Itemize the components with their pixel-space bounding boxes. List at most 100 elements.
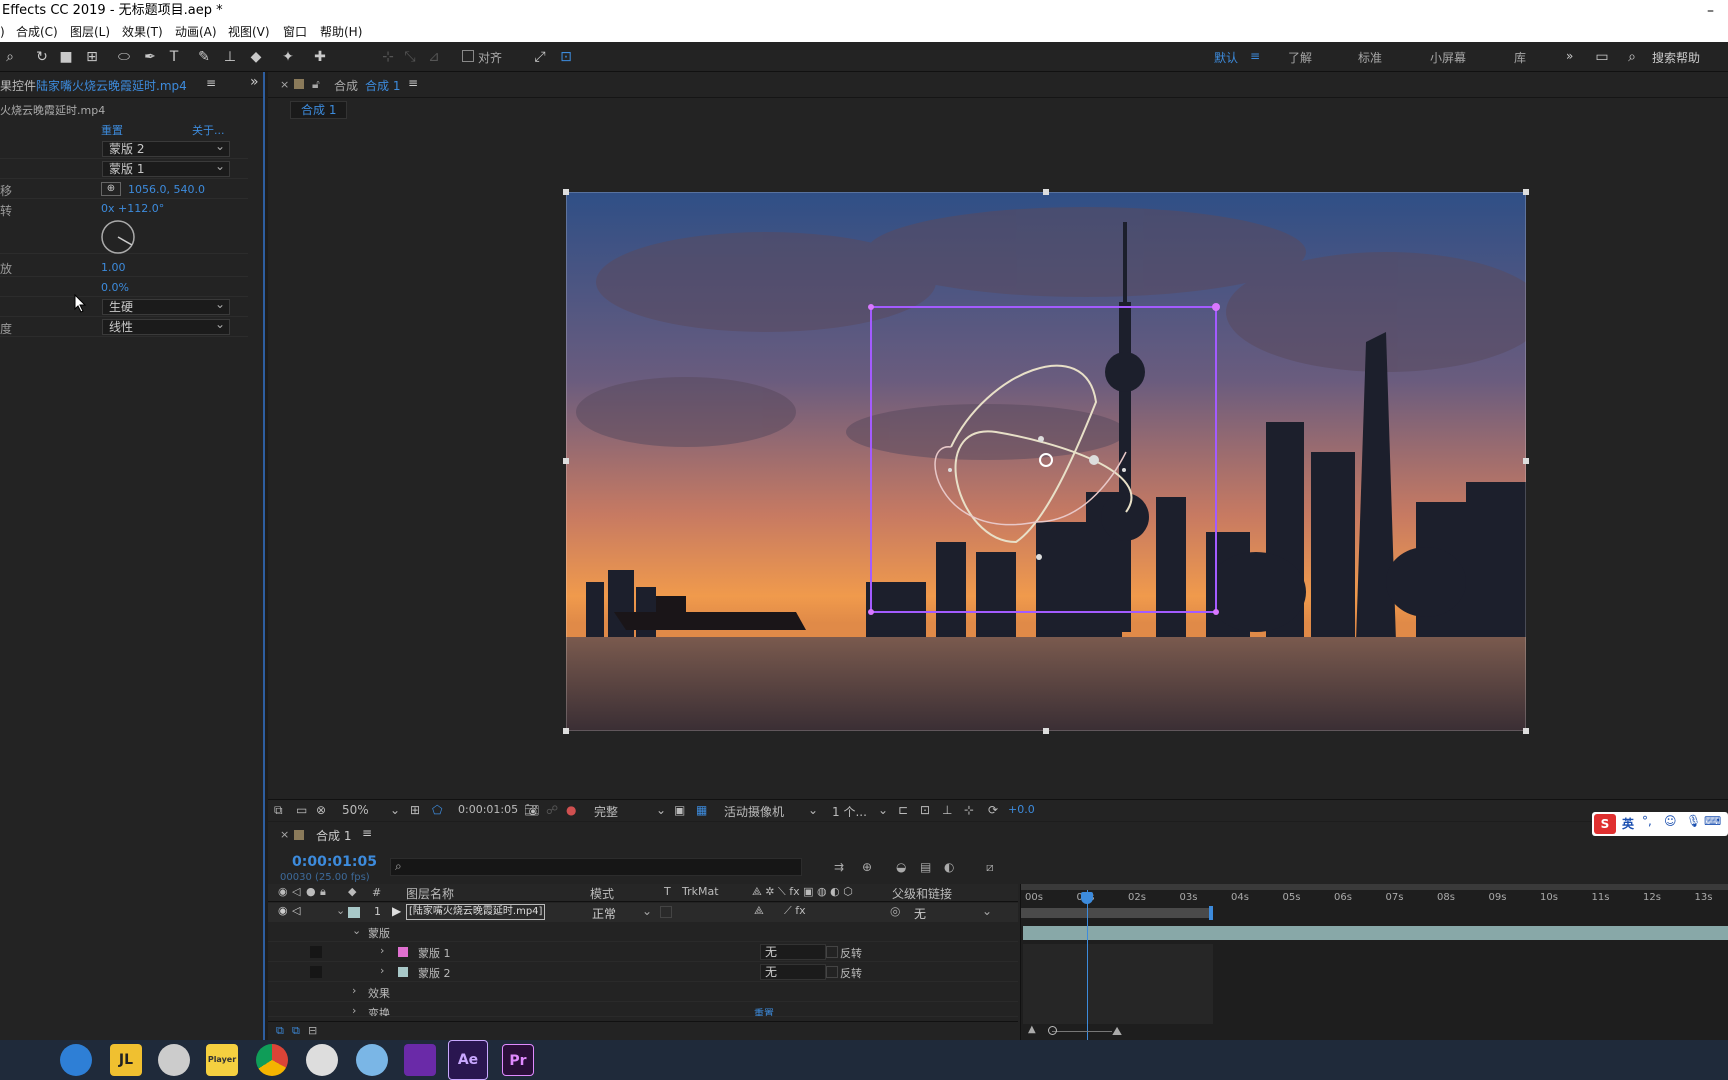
- type-tool-icon[interactable]: T: [164, 47, 184, 67]
- viewer-timecode[interactable]: 0:00:01:05: [458, 803, 518, 816]
- camera-tool-icon[interactable]: ■: [56, 47, 76, 67]
- falloff-dropdown[interactable]: 线性: [102, 317, 230, 335]
- menu-item-view[interactable]: 视图(V): [228, 22, 270, 42]
- mask-name[interactable]: 蒙版 2: [418, 965, 451, 981]
- workspace-standard[interactable]: 标准: [1358, 49, 1382, 66]
- effect-controls-tab[interactable]: 果控件 陆家嘴火烧云晚霞延时.mp4 ≡ »: [0, 72, 263, 98]
- visibility-icon[interactable]: ◉: [278, 904, 288, 917]
- layer-handle[interactable]: [1043, 728, 1049, 734]
- snap-edges-icon[interactable]: ⊡: [556, 47, 576, 67]
- views-dropdown[interactable]: 1 个...: [832, 803, 867, 820]
- transform-reset-link[interactable]: 重置: [754, 1005, 774, 1016]
- chevron-down-icon[interactable]: ⌄: [642, 904, 652, 918]
- visibility-icon[interactable]: ◉: [278, 885, 288, 898]
- shy-icon[interactable]: ◒: [896, 860, 906, 874]
- layer-row[interactable]: ◉ ◁ ⌄ 1 ▶ [陆家嘴火烧云晚霞延时.mp4] 正常 ⌄ ⟁ ⟋ fx ◎…: [268, 903, 1018, 922]
- menu-item-animation[interactable]: 动画(A): [175, 22, 217, 42]
- app7-icon[interactable]: [356, 1044, 388, 1076]
- jl-icon[interactable]: JL: [110, 1044, 142, 1076]
- reset-link[interactable]: 重置: [101, 122, 123, 138]
- mask-mode-dropdown[interactable]: 无: [760, 964, 826, 980]
- layer-name-column-header[interactable]: 图层名称: [406, 885, 454, 902]
- axis-world-icon[interactable]: ⤡: [400, 47, 420, 67]
- mask-row[interactable]: › 蒙版 1 无 反转: [268, 943, 1018, 962]
- mask-color-swatch[interactable]: [398, 947, 408, 957]
- premiere-icon[interactable]: Pr: [502, 1044, 534, 1076]
- mask-visibility-icon[interactable]: ⊗: [316, 803, 326, 817]
- flowchart-icon[interactable]: ⊹: [964, 803, 974, 817]
- modes-icon[interactable]: ⧉: [292, 1024, 300, 1038]
- audio-icon[interactable]: ◁: [292, 885, 300, 898]
- close-icon[interactable]: ×: [280, 78, 289, 91]
- layer-name[interactable]: [陆家嘴火烧云晚霞延时.mp4]: [406, 904, 546, 920]
- layer-handle[interactable]: [563, 458, 569, 464]
- app3-icon[interactable]: [158, 1044, 190, 1076]
- ime-language[interactable]: 英: [1622, 815, 1634, 832]
- motion-blur-icon[interactable]: ◐: [944, 860, 954, 874]
- work-area-end-handle[interactable]: [1209, 906, 1213, 920]
- chevron-down-icon[interactable]: ⌄: [352, 924, 361, 937]
- sogou-icon[interactable]: S: [1594, 814, 1616, 834]
- rotate-tool-icon[interactable]: ↻: [32, 47, 52, 67]
- viewer-tab-comp[interactable]: 合成 1: [365, 77, 400, 94]
- zoom-out-icon[interactable]: ▲: [1028, 1024, 1036, 1035]
- mask-color-swatch[interactable]: [398, 967, 408, 977]
- workspace-learn[interactable]: 了解: [1288, 49, 1312, 66]
- draft-3d-icon[interactable]: ⊕: [862, 860, 872, 874]
- player-icon[interactable]: Player: [206, 1044, 238, 1076]
- workspace-libraries[interactable]: 库: [1514, 49, 1526, 66]
- menu-item-composition[interactable]: 合成(C): [16, 22, 58, 42]
- graph-editor-icon[interactable]: ⧄: [986, 860, 994, 875]
- toggle-pixel-aspect-icon[interactable]: ⊏: [898, 803, 908, 817]
- layer-handle[interactable]: [1523, 458, 1529, 464]
- chevron-down-icon[interactable]: ⌄: [656, 803, 666, 817]
- switches-icons[interactable]: ⟁ ✲ ⟍ fx ▣ ◍ ◐ ⬡: [752, 885, 853, 899]
- mask-select-dropdown[interactable]: 蒙版 2: [102, 139, 230, 157]
- audio-icon[interactable]: ◁: [292, 904, 300, 917]
- clone-stamp-tool-icon[interactable]: ⊥: [220, 47, 240, 67]
- current-time-display[interactable]: 0:00:01:05: [292, 854, 377, 870]
- chevron-down-icon[interactable]: ⌄: [982, 904, 992, 918]
- parent-column-header[interactable]: 父级和链接: [892, 885, 952, 902]
- layer-duration-bar[interactable]: [1023, 926, 1728, 940]
- composition-flowchart-icon[interactable]: ⇉: [834, 860, 844, 874]
- percent-value[interactable]: 0.0%: [101, 281, 129, 294]
- mask-feather-point[interactable]: [1089, 455, 1099, 465]
- chrome-icon[interactable]: [256, 1044, 288, 1076]
- lock-icon[interactable]: 🔒︎: [320, 885, 326, 899]
- panel-menu-icon[interactable]: ≡: [408, 76, 418, 90]
- app6-icon[interactable]: [306, 1044, 338, 1076]
- menu-item-layer[interactable]: 图层(L): [70, 22, 110, 42]
- show-snapshot-icon[interactable]: ☍: [546, 803, 558, 817]
- layer-switches-icon[interactable]: ⧉: [276, 1024, 284, 1038]
- layer-handle[interactable]: [563, 189, 569, 195]
- chevron-down-icon[interactable]: ⌄: [336, 904, 345, 917]
- preserve-transparency-checkbox[interactable]: [660, 906, 672, 918]
- solo-icon[interactable]: ●: [306, 885, 316, 898]
- qq-icon[interactable]: [60, 1044, 92, 1076]
- brush-tool-icon[interactable]: ✎: [194, 47, 214, 67]
- layer-handle[interactable]: [1523, 728, 1529, 734]
- frame-blending-icon[interactable]: ▤: [920, 860, 931, 874]
- timeline-tab[interactable]: 合成 1: [316, 827, 351, 844]
- snapshot-icon[interactable]: 📷︎: [524, 803, 539, 817]
- chevron-down-icon[interactable]: ⌄: [808, 803, 818, 817]
- snap-icon[interactable]: ⤢: [530, 47, 550, 67]
- mask-row[interactable]: › 蒙版 2 无 反转: [268, 963, 1018, 982]
- masks-group-row[interactable]: ⌄ 蒙版: [268, 923, 1018, 942]
- reset-exposure-icon[interactable]: ⟳: [988, 803, 998, 817]
- time-graph[interactable]: 00s01s02s03s04s05s06s07s08s09s10s11s12s1…: [1020, 884, 1728, 1040]
- monitor-icon[interactable]: ▭: [296, 803, 307, 817]
- edge-type-dropdown[interactable]: 生硬: [102, 297, 230, 315]
- exposure-value[interactable]: +0.0: [1008, 803, 1035, 816]
- quality-switch-icon[interactable]: ⟋ fx: [784, 904, 806, 918]
- roi-icon[interactable]: ▣: [674, 803, 685, 817]
- timeline-icon[interactable]: ⊥: [942, 803, 952, 817]
- breadcrumb[interactable]: 合成 1: [290, 101, 348, 119]
- chevron-right-icon[interactable]: ›: [380, 964, 384, 977]
- help-search-input[interactable]: 搜索帮助: [1652, 49, 1700, 66]
- expand-panels-icon[interactable]: »: [250, 74, 259, 90]
- layer-handle[interactable]: [563, 728, 569, 734]
- t-column-header[interactable]: T: [664, 885, 671, 898]
- zoom-slider-track[interactable]: [1052, 1031, 1112, 1032]
